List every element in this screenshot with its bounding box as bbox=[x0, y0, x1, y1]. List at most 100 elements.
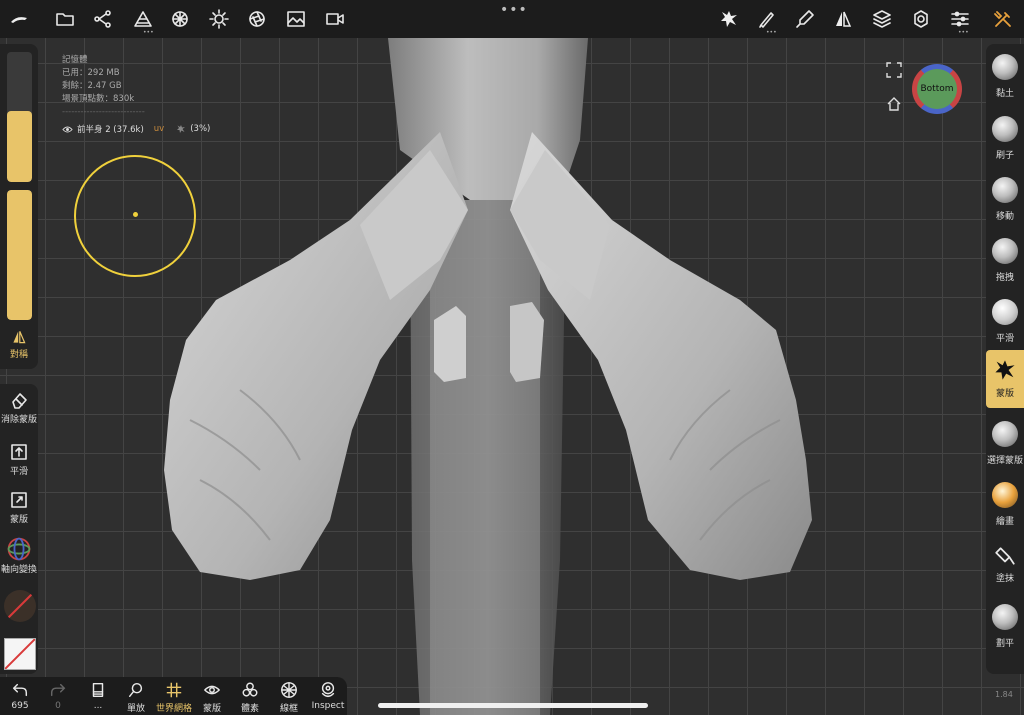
background-icon[interactable] bbox=[283, 6, 309, 32]
smooth-button[interactable]: 平滑 bbox=[0, 442, 38, 477]
settings-icon[interactable] bbox=[908, 6, 934, 32]
gizmo-icon bbox=[7, 537, 31, 561]
layers-icon[interactable] bbox=[869, 6, 895, 32]
home-icon[interactable] bbox=[886, 96, 902, 112]
mask-percent: (3%) bbox=[190, 124, 211, 134]
uv-badge: uv bbox=[153, 124, 165, 134]
home-indicator[interactable] bbox=[378, 703, 648, 708]
tool-label: 刷子 bbox=[995, 151, 1014, 161]
paint-color-swatch[interactable] bbox=[4, 638, 36, 670]
world-grid-label: 世界網格 bbox=[155, 704, 192, 714]
fullscreen-icon[interactable] bbox=[886, 62, 902, 78]
tool-smooth[interactable]: 平滑 bbox=[986, 293, 1024, 351]
brush-icon bbox=[992, 116, 1018, 142]
smudge-icon bbox=[995, 547, 1015, 565]
undo-icon bbox=[12, 683, 28, 697]
tool-label: 繪畫 bbox=[995, 517, 1014, 527]
inspect-icon bbox=[321, 682, 335, 698]
eye-icon[interactable] bbox=[62, 125, 73, 134]
tool-label: 劃平 bbox=[995, 639, 1014, 649]
light-icon[interactable] bbox=[206, 6, 232, 32]
smooth-icon bbox=[992, 299, 1018, 325]
topology-more-dots: ••• bbox=[143, 29, 154, 36]
material-color-swatch[interactable] bbox=[4, 590, 36, 622]
inspect-button[interactable]: Inspect bbox=[308, 681, 348, 711]
no-paint-icon bbox=[4, 638, 36, 670]
clear-mask-button[interactable]: 消除蒙版 bbox=[0, 390, 38, 425]
voxel-button[interactable]: 體素 bbox=[230, 681, 270, 714]
tool-label: 平滑 bbox=[995, 334, 1014, 344]
top-toolbar: ••• ••• ••• ••• bbox=[0, 0, 1024, 38]
mask-splat-icon bbox=[995, 360, 1015, 380]
symmetry-toggle[interactable]: 對稱 bbox=[0, 329, 38, 360]
3d-viewport[interactable] bbox=[0, 0, 1024, 715]
folder-icon[interactable] bbox=[52, 6, 78, 32]
redo-button[interactable]: 0 bbox=[38, 681, 78, 711]
gizmo-transform-button[interactable]: 軸向變換 bbox=[0, 536, 38, 575]
redo-icon bbox=[50, 683, 66, 697]
scene-graph-icon[interactable] bbox=[90, 6, 116, 32]
mask-tool-icon[interactable] bbox=[716, 6, 742, 32]
version-label: 1.84 bbox=[995, 690, 1013, 699]
tool-drag[interactable]: 拖拽 bbox=[986, 232, 1024, 290]
undo-button[interactable]: 695 bbox=[0, 681, 40, 711]
tool-label: 塗抹 bbox=[995, 574, 1014, 584]
world-grid-button[interactable]: 世界網格 bbox=[150, 681, 198, 714]
tool-label: 移動 bbox=[995, 212, 1014, 222]
sliders-more-dots: ••• bbox=[958, 29, 969, 36]
tool-paint[interactable]: 繪畫 bbox=[986, 476, 1024, 534]
material-icon[interactable] bbox=[167, 6, 193, 32]
radius-slider[interactable] bbox=[7, 52, 32, 182]
tool-smudge[interactable]: 塗抹 bbox=[986, 537, 1024, 595]
tool-label: 黏土 bbox=[995, 89, 1014, 99]
tool-flatten[interactable]: 劃平 bbox=[986, 598, 1024, 656]
tool-mask[interactable]: 蒙版 bbox=[986, 350, 1024, 408]
mesh-name: 前半身 2 (37.6k) bbox=[77, 125, 144, 135]
smooth-box-icon bbox=[11, 444, 27, 460]
memory-stats: 記憶體 已用：292 MB 剩餘：2.47 GB 場景頂點數：830k ----… bbox=[62, 54, 145, 119]
mask-button[interactable]: 蒙版 bbox=[0, 490, 38, 525]
view-label: Bottom bbox=[917, 69, 957, 109]
flatten-icon bbox=[992, 604, 1018, 630]
mask-visibility-label: 蒙版 bbox=[202, 704, 221, 714]
eye-icon bbox=[204, 685, 220, 695]
bottom-toolbar: 695 0 ... 單放 世界網格 蒙版 體素 線框 Inspect bbox=[0, 677, 347, 715]
post-process-icon[interactable] bbox=[244, 6, 270, 32]
mask-visibility-button[interactable]: 蒙版 bbox=[192, 681, 232, 714]
intensity-slider[interactable] bbox=[7, 190, 32, 320]
stats-title: 記憶體 bbox=[62, 55, 88, 65]
inspect-label: Inspect bbox=[311, 701, 345, 711]
stats-free: 剩餘：2.47 GB bbox=[62, 81, 122, 91]
voxel-icon bbox=[242, 682, 258, 697]
mesh-info[interactable]: 前半身 2 (37.6k) uv (3%) bbox=[62, 123, 210, 135]
drag-icon bbox=[992, 238, 1018, 264]
view-cube-gizmo[interactable]: Bottom bbox=[912, 64, 962, 114]
multitask-dots[interactable]: ••• bbox=[500, 2, 528, 18]
sculpt-model bbox=[164, 38, 812, 715]
picker-icon[interactable] bbox=[792, 6, 818, 32]
tool-move[interactable]: 移動 bbox=[986, 171, 1024, 229]
stats-vertices: 場景頂點數：830k bbox=[62, 94, 135, 104]
tool-clay[interactable]: 黏土 bbox=[986, 48, 1024, 106]
redo-count: 0 bbox=[55, 701, 61, 711]
move-icon bbox=[992, 177, 1018, 203]
select-mask-icon bbox=[992, 421, 1018, 447]
tools-icon[interactable] bbox=[990, 6, 1016, 32]
tool-select-mask[interactable]: 選擇蒙版 bbox=[986, 415, 1024, 473]
tool-brush[interactable]: 刷子 bbox=[986, 110, 1024, 168]
left-tools-panel: 消除蒙版 平滑 蒙版 軸向變換 bbox=[0, 384, 38, 674]
paint-icon bbox=[992, 482, 1018, 508]
symmetry-icon[interactable] bbox=[830, 6, 856, 32]
history-more: ... bbox=[93, 701, 103, 711]
logo-icon[interactable] bbox=[6, 6, 32, 32]
wireframe-label: 線框 bbox=[279, 704, 298, 714]
eraser-icon bbox=[12, 393, 27, 409]
video-icon[interactable] bbox=[322, 6, 348, 32]
symmetry-small-icon bbox=[13, 331, 26, 344]
wireframe-button[interactable]: 線框 bbox=[269, 681, 309, 714]
history-icon bbox=[92, 682, 104, 698]
mask-label: 蒙版 bbox=[9, 515, 28, 525]
brush-center-dot bbox=[133, 212, 138, 217]
tool-label: 蒙版 bbox=[995, 389, 1014, 399]
history-more-button[interactable]: ... bbox=[78, 681, 118, 711]
